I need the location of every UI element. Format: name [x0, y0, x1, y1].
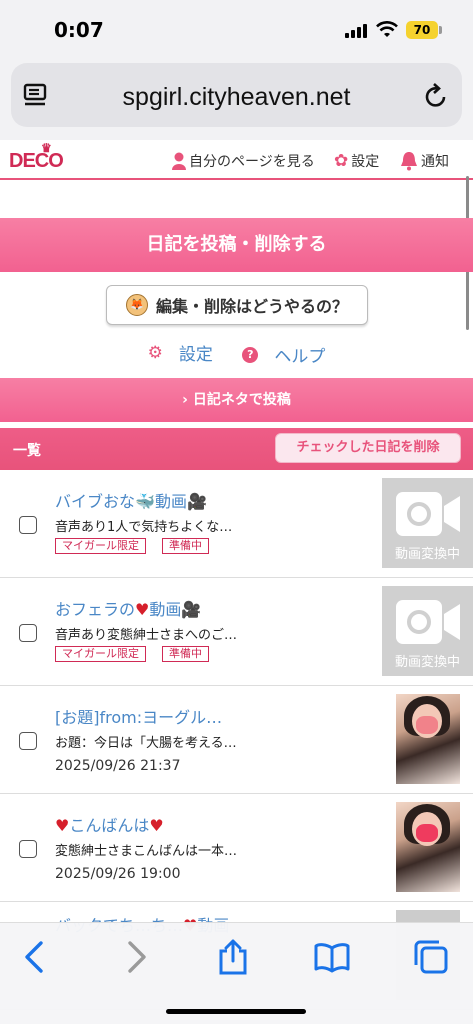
diary-title[interactable]: [お題]from:ヨーグル… [55, 704, 222, 728]
howto-button[interactable]: 🦊 編集・削除はどうやるの？ [106, 285, 368, 325]
share-icon[interactable] [215, 939, 251, 975]
heart-icon: ♥ [55, 816, 70, 835]
mygirl-only-badge: マイガール限定 [55, 538, 146, 554]
diary-date: 2025/09/26 19:00 [55, 866, 181, 882]
bell-icon [401, 152, 417, 171]
row-checkbox[interactable] [19, 732, 37, 750]
row-checkbox[interactable] [19, 840, 37, 858]
deco-logo[interactable]: DECO ♛ [9, 141, 64, 173]
preparing-badge: 準備中 [162, 646, 209, 662]
preparing-badge: 準備中 [162, 538, 209, 554]
url-text: spgirl.cityheaven.net [122, 83, 351, 111]
diary-title-suffix: 動画 [149, 600, 182, 619]
mygirl-only-badge: マイガール限定 [55, 646, 146, 662]
thumb-heart-sticker [416, 824, 438, 842]
settings-help-links: ⚙ 設定 ? ヘルプ [0, 340, 473, 368]
diary-title-suffix: 動画 [154, 492, 187, 511]
diary-title-text: おフェラの [55, 600, 136, 619]
tabs-icon[interactable] [413, 939, 449, 975]
my-page-label: 自分のページを見る [189, 154, 315, 170]
site-header: DECO ♛ 自分のページを見る ✿ 設定 通知 [0, 140, 473, 180]
help-link[interactable]: ? ヘルプ [236, 342, 331, 367]
video-thumbnail[interactable]: 動画変換中 [382, 478, 473, 568]
bookmarks-icon[interactable] [314, 939, 350, 975]
status-bar: 0:07 70 [0, 0, 473, 58]
back-icon[interactable] [17, 939, 53, 975]
battery-icon: 70 [406, 21, 438, 39]
row-checkbox[interactable] [19, 516, 37, 534]
thumb-sticker [416, 716, 438, 734]
video-thumbnail[interactable]: 動画変換中 [382, 586, 473, 676]
diary-row[interactable]: おフェラの♥動画🎥 音声あり変態紳士さまへのご… マイガール限定 準備中 動画変… [0, 578, 473, 686]
converting-label: 動画変換中 [394, 547, 460, 562]
list-title: 一覧 [13, 443, 41, 459]
photo-thumbnail[interactable] [396, 802, 460, 892]
crown-icon: ♛ [41, 141, 52, 155]
my-page-link[interactable]: 自分のページを見る [172, 151, 315, 171]
list-header: 一覧 チェックした日記を削除 [0, 428, 473, 470]
row-checkbox[interactable] [19, 624, 37, 642]
diary-tags: マイガール限定 準備中 [55, 538, 209, 554]
diary-snippet: 音声あり1人で気持ちよくな… [55, 520, 233, 535]
header-settings-link[interactable]: ✿ 設定 [334, 151, 379, 171]
battery-tip [439, 26, 442, 34]
status-time: 0:07 [54, 18, 104, 42]
diary-snippet: 音声あり変態紳士さまへのご… [55, 628, 238, 643]
heart-icon: ♥ [149, 816, 164, 835]
heart-icon: ♥ [135, 600, 150, 619]
gear-icon: ✿ [334, 151, 349, 171]
cellular-signal-icon [345, 24, 369, 38]
notifications-label: 通知 [421, 154, 449, 170]
diary-title-text: こんばんは [69, 816, 150, 835]
converting-label: 動画変換中 [394, 655, 460, 670]
help-question-icon: ? [242, 346, 259, 363]
fox-mascot-icon: 🦊 [125, 294, 148, 316]
logo-text: DECO [9, 150, 64, 172]
forward-icon[interactable] [118, 939, 154, 975]
post-delete-button[interactable]: 日記を投稿・削除する [0, 218, 473, 272]
howto-label: 編集・削除はどうやるの？ [155, 297, 348, 316]
whale-icon: 🐳 [135, 492, 155, 511]
delete-checked-button[interactable]: チェックした日記を削除 [275, 433, 461, 463]
diary-snippet: 変態紳士さまこんばんは一本… [55, 844, 238, 859]
video-placeholder-icon [396, 600, 460, 644]
chevron-right-icon: › [182, 392, 188, 408]
diary-tags: マイガール限定 準備中 [55, 646, 209, 662]
neta-post-button[interactable]: › 日記ネタで投稿 [0, 378, 473, 422]
photo-thumbnail[interactable] [396, 694, 460, 784]
diary-title[interactable]: ♥こんばんは♥ [55, 812, 164, 836]
user-icon [172, 152, 186, 170]
settings-link-label: 設定 [178, 345, 213, 365]
home-indicator [166, 1009, 306, 1014]
diary-title[interactable]: おフェラの♥動画🎥 [55, 596, 201, 620]
diary-snippet: お題：今日は「大腸を考える… [55, 736, 237, 751]
header-settings-label: 設定 [351, 154, 380, 170]
address-bar[interactable]: spgirl.cityheaven.net [11, 63, 462, 127]
diary-row[interactable]: ♥こんばんは♥ 変態紳士さまこんばんは一本… 2025/09/26 19:00 [0, 794, 473, 902]
reload-icon[interactable] [424, 83, 448, 109]
diary-title-text: バイブおな [55, 492, 136, 511]
wifi-icon [376, 21, 398, 37]
video-placeholder-icon [396, 492, 460, 536]
diary-row[interactable]: バイブおな🐳動画🎥 音声あり1人で気持ちよくな… マイガール限定 準備中 動画変… [0, 470, 473, 578]
help-link-label: ヘルプ [274, 347, 326, 367]
neta-post-label: 日記ネタで投稿 [192, 392, 291, 408]
settings-link[interactable]: ⚙ 設定 [142, 340, 219, 366]
browser-toolbar: spgirl.cityheaven.net [0, 58, 473, 140]
settings-gear-icon: ⚙ [147, 342, 163, 363]
diary-row[interactable]: [お題]from:ヨーグル… お題：今日は「大腸を考える… 2025/09/26… [0, 686, 473, 794]
diary-date: 2025/09/26 21:37 [55, 758, 181, 774]
notifications-link[interactable]: 通知 [400, 151, 449, 171]
video-camera-icon: 🎥 [186, 492, 207, 511]
video-camera-icon: 🎥 [181, 600, 202, 619]
diary-title[interactable]: バイブおな🐳動画🎥 [55, 488, 207, 512]
